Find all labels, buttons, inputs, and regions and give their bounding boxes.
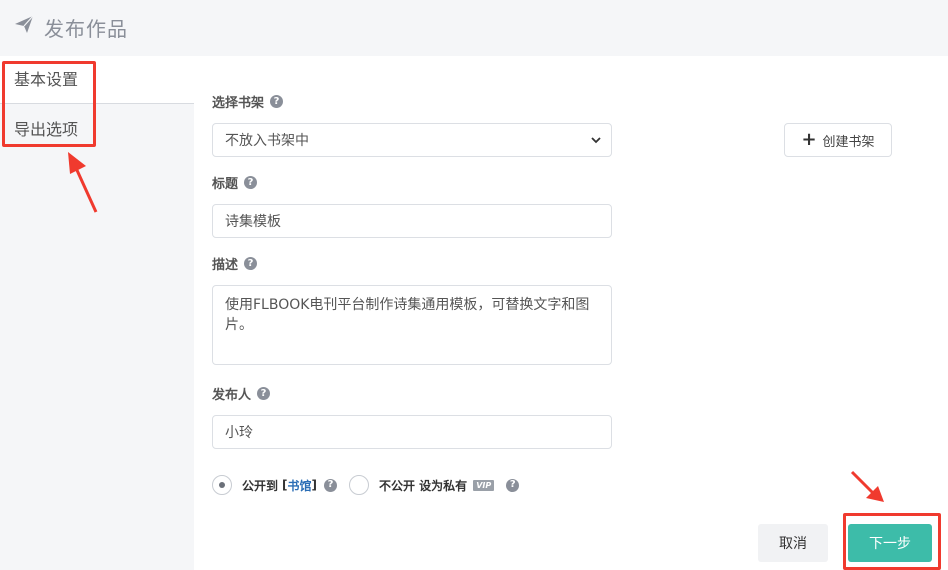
publisher-label: 发布人 ?	[212, 384, 271, 403]
shelf-select[interactable]: 不放入书架中	[212, 123, 612, 157]
help-icon[interactable]: ?	[257, 387, 271, 400]
public-label: 公开到	[242, 478, 279, 493]
vip-badge: VIP	[473, 479, 495, 491]
title-input[interactable]: 诗集模板	[212, 204, 612, 238]
description-label-text: 描述	[212, 258, 239, 273]
page-title: 发布作品	[44, 17, 128, 41]
title-label: 标题 ?	[212, 173, 258, 192]
plus-icon: +	[801, 129, 817, 150]
publisher-input[interactable]: 小玲	[212, 415, 612, 449]
description-textarea-value: 使用FLBOOK电刊平台制作诗集通用模板，可替换文字和图片。	[225, 297, 590, 333]
page-header: 发布作品	[0, 0, 948, 56]
visibility-options: 公开到 [ 书馆 ] ? 不公开 设为私有 VIP ?	[212, 473, 520, 497]
description-textarea[interactable]: 使用FLBOOK电刊平台制作诗集通用模板，可替换文字和图片。	[212, 285, 612, 365]
sidebar-item-export-options[interactable]: 导出选项	[0, 106, 194, 154]
publisher-label-text: 发布人	[212, 388, 252, 403]
title-input-value: 诗集模板	[225, 214, 281, 230]
help-icon[interactable]: ?	[244, 257, 258, 270]
publisher-input-value: 小玲	[225, 425, 253, 441]
annotation-arrow-icon	[850, 470, 884, 502]
help-icon[interactable]: ?	[244, 176, 258, 189]
paper-plane-icon	[15, 15, 34, 33]
sidebar-item-basic-settings[interactable]: 基本设置	[0, 56, 194, 104]
description-label: 描述 ?	[212, 254, 258, 273]
public-radio[interactable]	[212, 475, 232, 495]
create-shelf-button[interactable]: + 创建书架	[784, 123, 892, 157]
shelf-label: 选择书架 ?	[212, 92, 284, 111]
help-icon[interactable]: ?	[324, 478, 337, 492]
library-link[interactable]: 书馆	[288, 477, 312, 494]
library-link-bracket-close: ]	[311, 478, 317, 492]
shelf-label-text: 选择书架	[212, 96, 265, 111]
next-step-button[interactable]: 下一步	[848, 524, 932, 562]
private-radio[interactable]	[349, 475, 369, 495]
private-label: 不公开 设为私有	[379, 478, 468, 493]
title-label-text: 标题	[212, 177, 239, 192]
help-icon[interactable]: ?	[270, 95, 284, 108]
create-shelf-label: 创建书架	[822, 134, 875, 150]
sidebar: 基本设置 导出选项	[0, 56, 194, 570]
cancel-button[interactable]: 取消	[758, 524, 828, 562]
chevron-down-icon	[591, 137, 601, 144]
shelf-select-value: 不放入书架中	[225, 133, 309, 149]
help-icon[interactable]: ?	[506, 478, 520, 492]
